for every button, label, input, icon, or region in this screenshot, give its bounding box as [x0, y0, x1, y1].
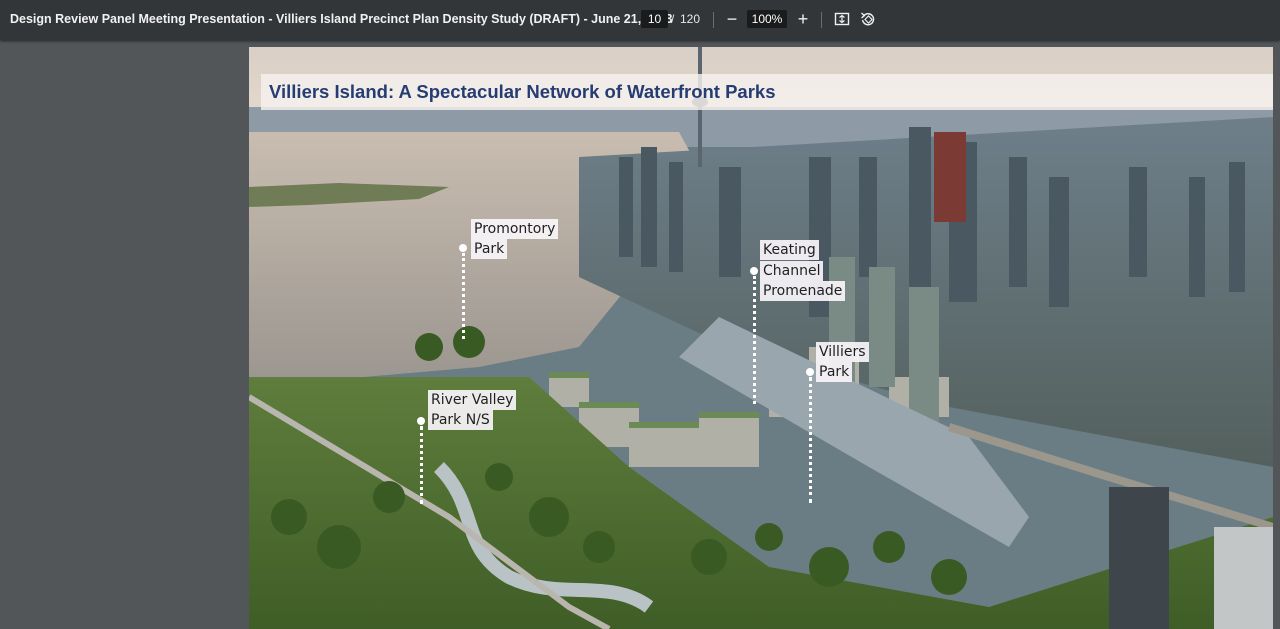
pdf-toolbar: Design Review Panel Meeting Presentation… — [0, 0, 1280, 40]
toolbar-divider — [713, 12, 714, 28]
marker-dot — [750, 267, 758, 275]
page-number-input[interactable]: 10 — [641, 10, 668, 28]
label-keating-line2: Channel — [760, 261, 824, 281]
marker-leader — [462, 253, 465, 339]
marker-leader — [753, 276, 756, 404]
label-river-valley-line1: River Valley — [428, 390, 517, 410]
slide-title: Villiers Island: A Spectacular Network o… — [269, 81, 776, 102]
aerial-rendering — [249, 47, 1273, 629]
label-river-valley-line2: Park N/S — [428, 410, 493, 430]
slide-title-band: Villiers Island: A Spectacular Network o… — [261, 74, 1273, 110]
toolbar-divider — [821, 12, 822, 28]
marker-leader — [420, 426, 423, 504]
zoom-out-button[interactable]: − — [724, 9, 740, 29]
marker-dot — [459, 244, 467, 252]
document-title: Design Review Panel Meeting Presentation… — [10, 12, 673, 26]
page-total: 120 — [680, 12, 701, 26]
label-villiers-line2: Park — [816, 362, 853, 382]
label-promontory-line1: Promontory — [471, 219, 559, 239]
marker-dot — [806, 368, 814, 376]
zoom-level-input[interactable]: 100% — [747, 10, 787, 28]
zoom-in-button[interactable]: + — [795, 9, 811, 29]
marker-dot — [417, 417, 425, 425]
label-keating-line1: Keating — [760, 240, 819, 260]
fit-to-page-icon[interactable] — [834, 11, 850, 27]
label-keating-line3: Promenade — [760, 281, 846, 301]
marker-leader — [809, 377, 812, 503]
page-separator: / — [671, 12, 675, 26]
rotate-icon[interactable] — [860, 11, 876, 27]
pdf-page: Villiers Island: A Spectacular Network o… — [249, 47, 1273, 629]
label-promontory-line2: Park — [471, 239, 508, 259]
label-villiers-line1: Villiers — [816, 342, 869, 362]
